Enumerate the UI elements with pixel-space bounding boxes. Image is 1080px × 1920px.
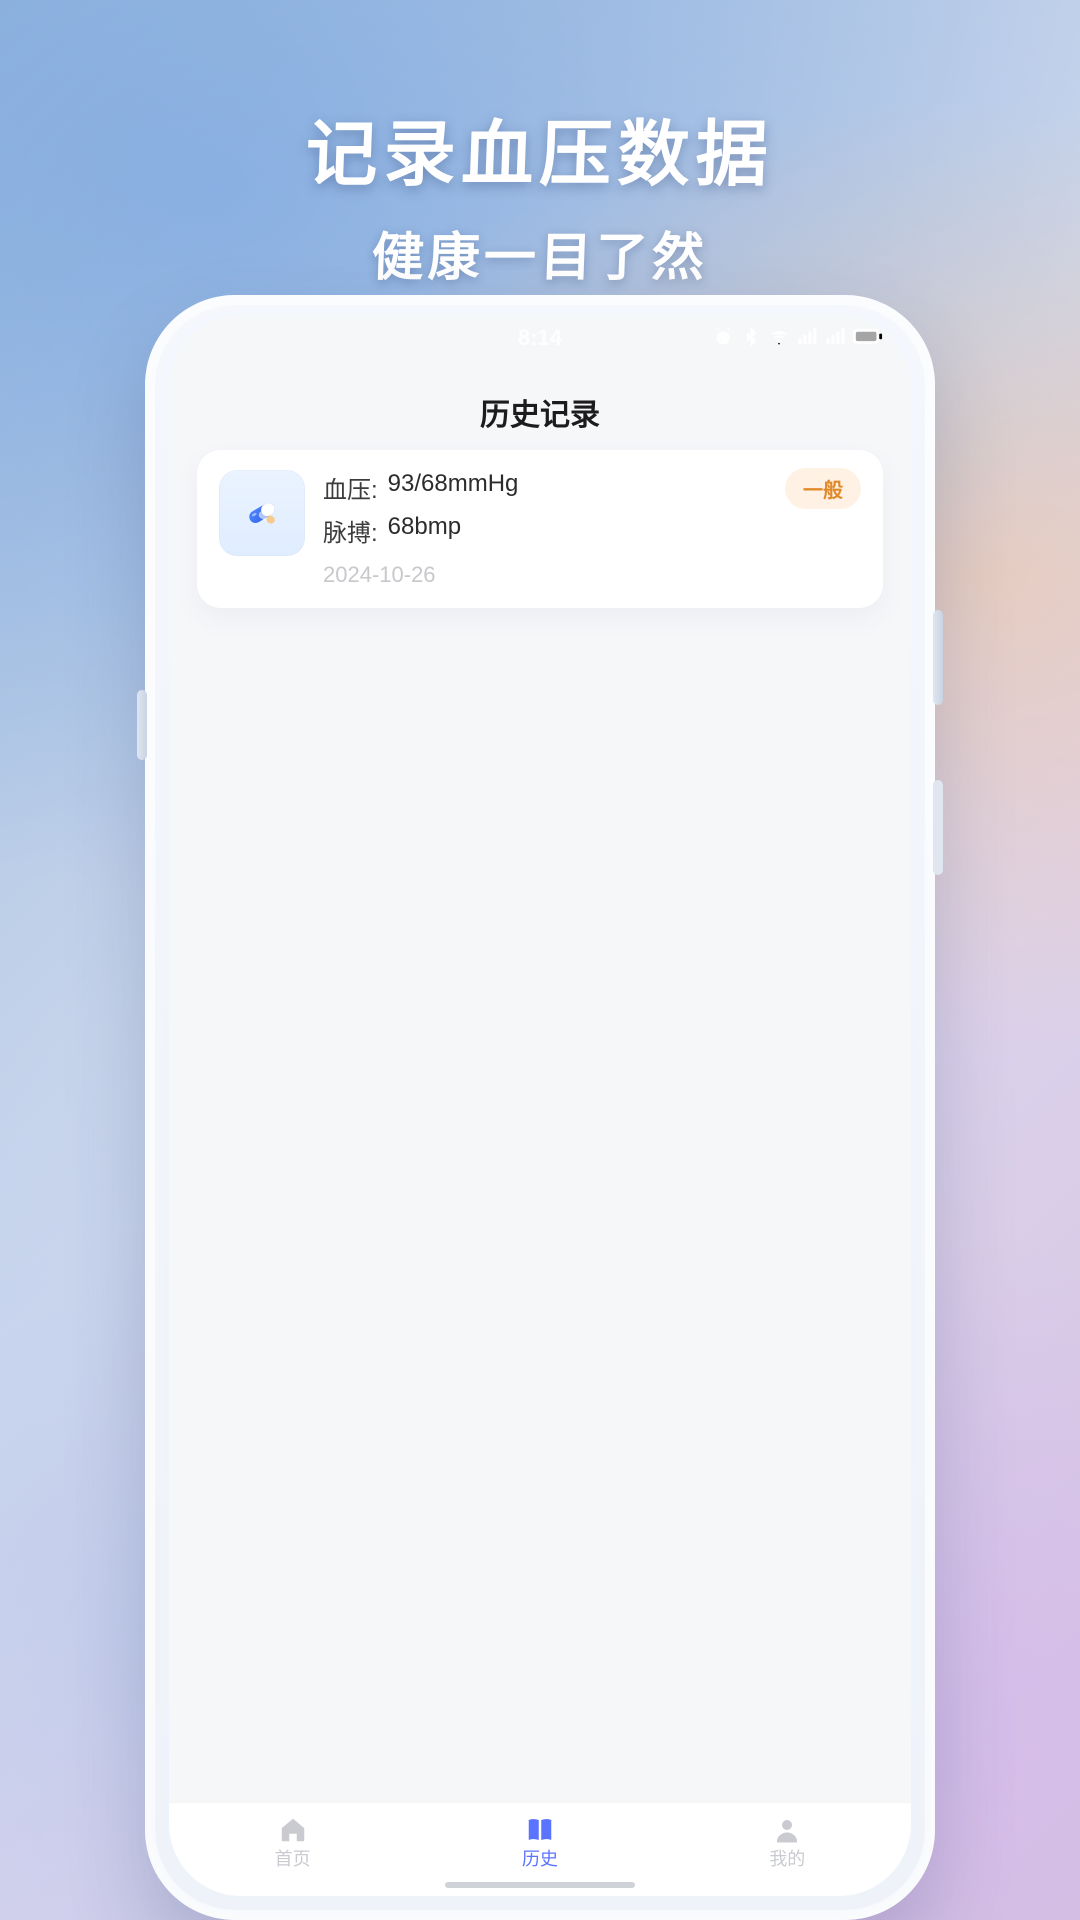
- bluetooth-icon: [741, 327, 761, 347]
- record-body: 一般 血压: 93/68mmHg 脉搏: 68bmp 2024-10-26: [323, 470, 861, 588]
- page-title: 历史记录: [169, 390, 911, 434]
- battery-icon: [853, 327, 883, 347]
- alarm-icon: [713, 327, 733, 347]
- book-icon: [525, 1815, 555, 1841]
- tab-mine[interactable]: 我的: [769, 1815, 805, 1871]
- signal-2-icon: [825, 327, 845, 347]
- pill-icon: [242, 493, 282, 533]
- history-card[interactable]: 一般 血压: 93/68mmHg 脉搏: 68bmp 2024-10-26: [197, 450, 883, 608]
- pulse-row: 脉搏: 68bmp: [323, 513, 861, 548]
- pulse-value: 68bmp: [388, 513, 461, 548]
- marketing-background: 记录血压数据 健康一目了然 8:14: [0, 0, 1080, 1920]
- wifi-icon: [769, 327, 789, 347]
- tab-history[interactable]: 历史: [522, 1815, 558, 1871]
- home-indicator: [445, 1882, 635, 1888]
- app-screen: 8:14: [169, 315, 911, 1896]
- status-icons: [713, 327, 883, 347]
- tab-mine-label: 我的: [769, 1845, 805, 1871]
- bp-label: 血压:: [323, 470, 378, 505]
- signal-icon: [797, 327, 817, 347]
- tab-home-label: 首页: [275, 1845, 311, 1871]
- tab-home[interactable]: 首页: [275, 1815, 311, 1871]
- record-date: 2024-10-26: [323, 562, 861, 588]
- bp-value: 93/68mmHg: [388, 470, 519, 505]
- user-icon: [772, 1815, 802, 1841]
- phone-mockup: 8:14: [145, 295, 935, 1920]
- record-thumbnail: [219, 470, 305, 556]
- status-badge: 一般: [785, 468, 861, 509]
- bp-row: 血压: 93/68mmHg: [323, 470, 861, 505]
- tab-bar: 首页 历史 我的: [169, 1802, 911, 1896]
- marketing-headline: 记录血压数据: [0, 95, 1080, 200]
- tab-history-label: 历史: [522, 1845, 558, 1871]
- pulse-label: 脉搏:: [323, 513, 378, 548]
- status-time: 8:14: [518, 325, 562, 351]
- history-list[interactable]: 一般 血压: 93/68mmHg 脉搏: 68bmp 2024-10-26: [197, 450, 883, 1800]
- marketing-subhead: 健康一目了然: [0, 215, 1080, 290]
- home-icon: [278, 1815, 308, 1841]
- status-bar: 8:14: [169, 315, 911, 361]
